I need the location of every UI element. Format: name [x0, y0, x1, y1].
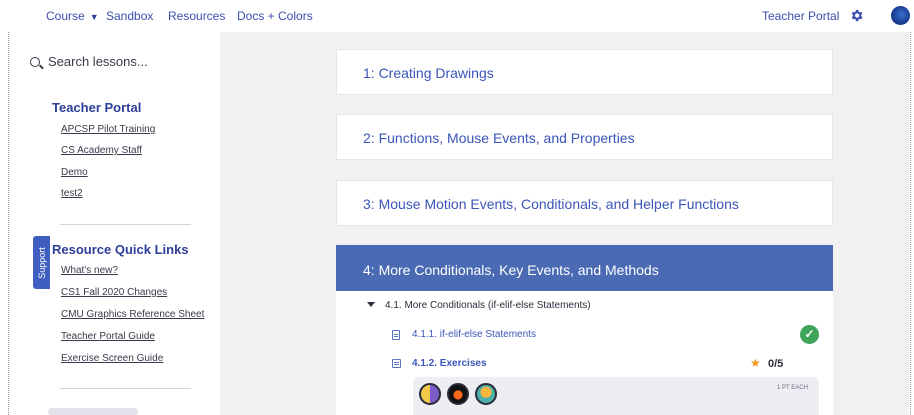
right-dotted-border	[910, 0, 911, 415]
lesson-link-exercises[interactable]: 4.1.2. Exercises	[412, 358, 487, 369]
unit-title: 3: Mouse Motion Events, Conditionals, an…	[363, 196, 739, 212]
unit-card-1[interactable]: 1: Creating Drawings	[336, 49, 833, 95]
sidebar-divider	[60, 388, 191, 389]
sidebar-faded-heading	[48, 408, 138, 415]
document-icon	[392, 330, 400, 340]
nav-course-label: Course	[46, 9, 85, 23]
sidebar-link-cmu-graphics-reference[interactable]: CMU Graphics Reference Sheet	[61, 309, 204, 320]
support-label: Support	[36, 246, 47, 279]
sidebar-link-whats-new[interactable]: What's new?	[61, 265, 118, 276]
section-header[interactable]: 4.1. More Conditionals (if-elif-else Sta…	[367, 300, 591, 311]
sidebar-divider	[60, 224, 191, 225]
sidebar-link-test2[interactable]: test2	[61, 188, 83, 199]
exercise-badge-2[interactable]	[447, 383, 469, 405]
sidebar-link-cs-academy-staff[interactable]: CS Academy Staff	[61, 145, 142, 156]
unit-card-2[interactable]: 2: Functions, Mouse Events, and Properti…	[336, 114, 833, 160]
sidebar-link-exercise-screen-guide[interactable]: Exercise Screen Guide	[61, 353, 163, 364]
search-icon	[30, 57, 40, 67]
top-navigation: Course ▼ Sandbox Resources Docs + Colors …	[0, 0, 914, 32]
nav-resources-link[interactable]: Resources	[168, 9, 225, 23]
chevron-down-icon: ▼	[89, 12, 99, 22]
user-avatar[interactable]	[891, 6, 910, 25]
exercise-badge-3[interactable]	[475, 383, 497, 405]
sidebar-link-teacher-portal-guide[interactable]: Teacher Portal Guide	[61, 331, 155, 342]
unit-title: 4: More Conditionals, Key Events, and Me…	[363, 262, 659, 278]
nav-docs-link[interactable]: Docs + Colors	[237, 9, 313, 23]
search-placeholder: Search lessons...	[48, 54, 148, 69]
exercise-score: 0/5	[768, 358, 784, 370]
search-input[interactable]: Search lessons...	[30, 54, 148, 69]
unit-title: 1: Creating Drawings	[363, 65, 494, 81]
sidebar-link-cs1-fall-2020-changes[interactable]: CS1 Fall 2020 Changes	[61, 287, 167, 298]
sidebar-link-demo[interactable]: Demo	[61, 167, 88, 178]
sidebar-quick-links-heading: Resource Quick Links	[52, 242, 189, 257]
check-circle-icon: ✓	[800, 325, 819, 344]
exercise-badges-panel	[413, 377, 819, 415]
left-dotted-border	[8, 0, 9, 415]
caret-down-icon	[367, 302, 375, 307]
unit-card-3[interactable]: 3: Mouse Motion Events, Conditionals, an…	[336, 180, 833, 226]
sidebar-link-apcsp-pilot-training[interactable]: APCSP Pilot Training	[61, 124, 155, 135]
nav-sandbox-link[interactable]: Sandbox	[106, 9, 153, 23]
points-label: 1 PT EACH	[777, 385, 808, 391]
exercise-badge-1[interactable]	[419, 383, 441, 405]
nav-course-menu[interactable]: Course ▼	[46, 9, 99, 23]
star-icon: ★	[750, 356, 761, 370]
gear-icon[interactable]	[849, 8, 864, 23]
nav-teacher-portal-link[interactable]: Teacher Portal	[762, 9, 839, 23]
support-tab[interactable]: Support	[33, 236, 50, 289]
unit-title: 2: Functions, Mouse Events, and Properti…	[363, 130, 635, 146]
exercise-icon	[392, 359, 401, 368]
lesson-link-if-elif-else[interactable]: 4.1.1. if-elif-else Statements	[412, 329, 536, 340]
sidebar-teacher-portal-heading[interactable]: Teacher Portal	[52, 100, 141, 115]
section-title: 4.1. More Conditionals (if-elif-else Sta…	[385, 300, 591, 311]
unit-card-4-active[interactable]: 4: More Conditionals, Key Events, and Me…	[336, 245, 833, 292]
